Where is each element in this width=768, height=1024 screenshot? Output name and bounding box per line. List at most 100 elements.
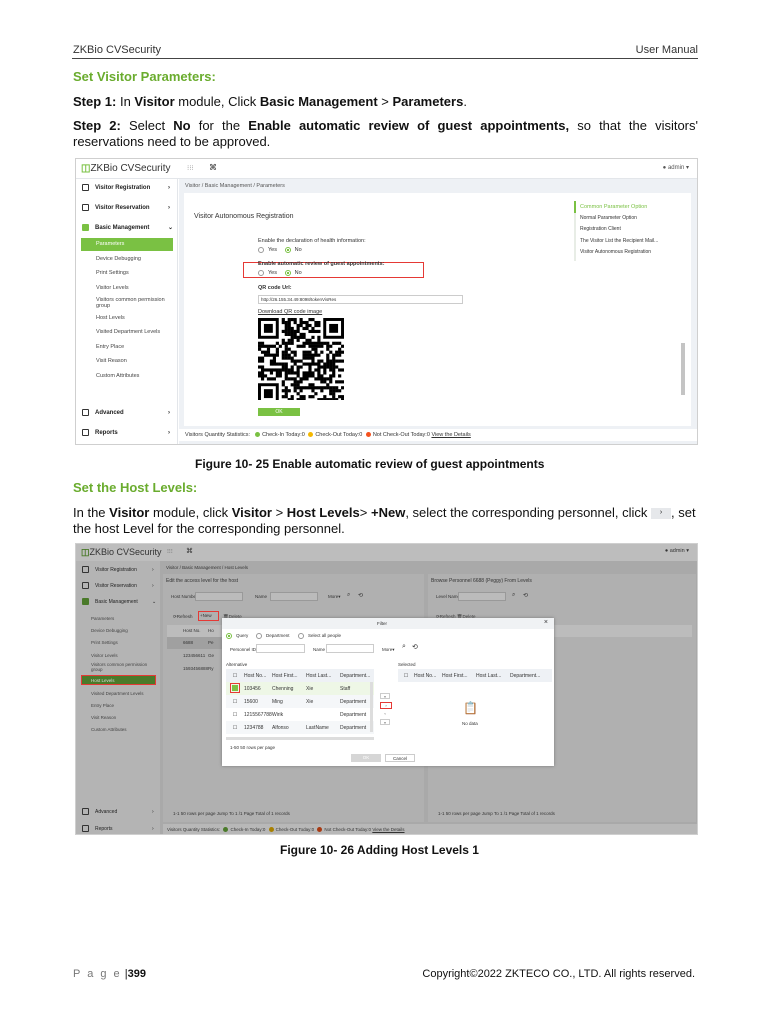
- grid-icon[interactable]: ⁝⁝⁝: [187, 164, 194, 172]
- search-icon[interactable]: ⌕: [402, 643, 406, 651]
- sidebar-subitem-print-settings[interactable]: Print Settings: [91, 640, 118, 645]
- column-header[interactable]: Host Last...: [476, 673, 510, 679]
- radio-no[interactable]: No: [284, 247, 302, 253]
- sidebar-subitem-visitor-levels[interactable]: Visitor Levels: [91, 653, 118, 658]
- sidebar-item-reports[interactable]: Reports ›: [82, 429, 170, 436]
- pagination[interactable]: 1-1 50 rows per page Jump To 1 /1 Page T…: [173, 811, 290, 816]
- view-details-link[interactable]: View the Details: [372, 827, 404, 832]
- name-input[interactable]: [270, 592, 318, 601]
- sidebar-subitem-parameters[interactable]: Parameters: [96, 241, 124, 247]
- name-input[interactable]: [326, 644, 374, 653]
- user-menu[interactable]: ● admin ▾: [663, 164, 689, 171]
- clear-icon[interactable]: ⟲: [412, 643, 418, 651]
- scrollbar[interactable]: [681, 343, 685, 395]
- column-header[interactable]: Host First...: [442, 673, 476, 679]
- sidebar-subitem-entry-place[interactable]: Entry Place: [96, 344, 124, 350]
- cancel-button[interactable]: Cancel: [385, 754, 415, 762]
- host-number-input[interactable]: [195, 592, 243, 601]
- dialog-pagination[interactable]: 1-50 50 rows per page: [230, 745, 275, 750]
- clear-icon[interactable]: ⟲: [523, 592, 528, 599]
- sidebar-subitem-visit-reason[interactable]: Visit Reason: [96, 358, 127, 364]
- sidebar-subitem-custom-attributes[interactable]: Custom Attributes: [96, 373, 139, 379]
- sidebar-item-reports[interactable]: Reports ›: [82, 825, 154, 832]
- checkbox[interactable]: ☐: [226, 673, 244, 679]
- move-all-right-button[interactable]: »: [380, 693, 390, 699]
- more-dropdown[interactable]: More▾: [328, 594, 341, 600]
- sidebar-item-visitor-reservation[interactable]: Visitor Reservation ›: [82, 582, 154, 589]
- table-row[interactable]: ☐ 1215567788 Wirik Department: [226, 708, 374, 721]
- scrollbar[interactable]: [370, 682, 373, 732]
- column-header[interactable]: Host No...: [244, 673, 272, 679]
- sidebar-item-visitor-registration[interactable]: Visitor Registration ›: [82, 184, 170, 191]
- move-left-button[interactable]: ‹: [380, 711, 390, 717]
- refresh-button[interactable]: ⟳Refresh: [173, 614, 193, 620]
- ok-button[interactable]: OK: [351, 754, 381, 762]
- sidebar-subitem-visited-department-levels[interactable]: Visited Department Levels: [96, 329, 160, 335]
- row-checkbox[interactable]: ☐: [226, 712, 244, 718]
- table-row[interactable]: 103456 Chenning Xie Staff: [226, 682, 374, 695]
- table-row[interactable]: ☐ 15600 Ming Xie Department: [226, 695, 374, 708]
- search-icon[interactable]: ⌕: [512, 592, 515, 599]
- sidebar-subitem-host-levels[interactable]: Host Levels: [96, 315, 125, 321]
- right-nav-item[interactable]: Visitor Autonomous Registration: [580, 249, 651, 255]
- command-icon[interactable]: ⌘: [186, 547, 193, 555]
- more-dropdown[interactable]: More▾: [382, 647, 395, 653]
- column-header[interactable]: Host No...: [414, 673, 442, 679]
- right-nav-item[interactable]: Registration Client: [580, 226, 621, 232]
- right-nav-item[interactable]: Common Parameter Option: [580, 204, 647, 210]
- search-icon[interactable]: ⌕: [347, 592, 350, 599]
- clear-icon[interactable]: ⟲: [358, 592, 363, 599]
- radio-yes[interactable]: Yes: [258, 247, 277, 253]
- checkbox[interactable]: ☐: [398, 673, 414, 679]
- sidebar-subitem-common-permission[interactable]: Visitors common permission group: [96, 297, 168, 309]
- radio-yes[interactable]: Yes: [258, 270, 277, 276]
- new-button[interactable]: +New: [198, 611, 219, 621]
- sidebar-subitem-common-permission[interactable]: Visitors common permission group: [91, 662, 153, 672]
- personnel-id-input[interactable]: [256, 644, 305, 653]
- radio-query[interactable]: Query: [226, 633, 248, 639]
- sidebar-subitem-visited-department-levels[interactable]: Visited Department Levels: [91, 691, 143, 696]
- move-all-left-button[interactable]: «: [380, 719, 390, 725]
- radio-department[interactable]: Department: [256, 633, 290, 639]
- command-icon[interactable]: ⌘: [209, 163, 217, 172]
- sidebar-item-basic-management[interactable]: Basic Management ⌄: [82, 224, 173, 231]
- sidebar-subitem-visitor-levels[interactable]: Visitor Levels: [96, 285, 129, 291]
- radio-no[interactable]: No: [284, 270, 302, 276]
- sidebar-subitem-visit-reason[interactable]: Visit Reason: [91, 715, 116, 720]
- sidebar-item-advanced[interactable]: Advanced ›: [82, 808, 154, 815]
- pagination[interactable]: 1-1 50 rows per page Jump To 1 /1 Page T…: [438, 811, 555, 816]
- column-header[interactable]: Host First...: [272, 673, 306, 679]
- view-details-link[interactable]: View the Details: [431, 432, 470, 438]
- qr-url-input[interactable]: http://26.155.34.49:8098/tokenVisRes: [258, 295, 463, 304]
- sidebar-subitem-print-settings[interactable]: Print Settings: [96, 270, 129, 276]
- row-checkbox[interactable]: [226, 682, 244, 693]
- sidebar-subitem-host-levels[interactable]: Host Levels: [91, 678, 115, 683]
- move-right-button[interactable]: ›: [380, 702, 392, 709]
- table-row[interactable]: ☐ 1234788 Alfonso LastName Department: [226, 721, 374, 734]
- column-header[interactable]: Department...: [510, 673, 544, 679]
- column-header[interactable]: Host Last...: [306, 673, 340, 679]
- horizontal-scrollbar[interactable]: [226, 737, 374, 740]
- sidebar-subitem-device-debugging[interactable]: Device Debugging: [91, 628, 128, 633]
- ok-button[interactable]: OK: [258, 408, 300, 416]
- sidebar-item-advanced[interactable]: Advanced ›: [82, 409, 170, 416]
- sidebar-item-basic-management[interactable]: Basic Management ⌄: [82, 598, 156, 605]
- sidebar-subitem-custom-attributes[interactable]: Custom Attributes: [91, 727, 127, 732]
- grid-icon[interactable]: ⁝⁝⁝: [167, 548, 173, 555]
- sidebar-subitem-parameters[interactable]: Parameters: [91, 616, 114, 621]
- sidebar-subitem-entry-place[interactable]: Entry Place: [91, 703, 114, 708]
- close-icon[interactable]: ×: [544, 619, 548, 626]
- right-nav-item[interactable]: The Visitor List the Recipient Mail...: [580, 238, 658, 244]
- level-name-input[interactable]: [458, 592, 506, 601]
- radio-select-all[interactable]: Select all people: [298, 633, 341, 639]
- right-nav-item[interactable]: Normal Parameter Option: [580, 215, 637, 221]
- column-header[interactable]: Department...: [340, 673, 374, 679]
- sidebar-subitem-device-debugging[interactable]: Device Debugging: [96, 256, 141, 262]
- user-menu[interactable]: ● admin ▾: [665, 548, 689, 554]
- row-checkbox[interactable]: ☐: [226, 725, 244, 731]
- row-checkbox[interactable]: ☐: [226, 699, 244, 705]
- sidebar-item-visitor-registration[interactable]: Visitor Registration ›: [82, 566, 154, 573]
- sidebar-item-visitor-reservation[interactable]: Visitor Reservation ›: [82, 204, 170, 211]
- download-qr-link[interactable]: Download QR code image: [258, 309, 322, 315]
- text: In the: [73, 505, 110, 520]
